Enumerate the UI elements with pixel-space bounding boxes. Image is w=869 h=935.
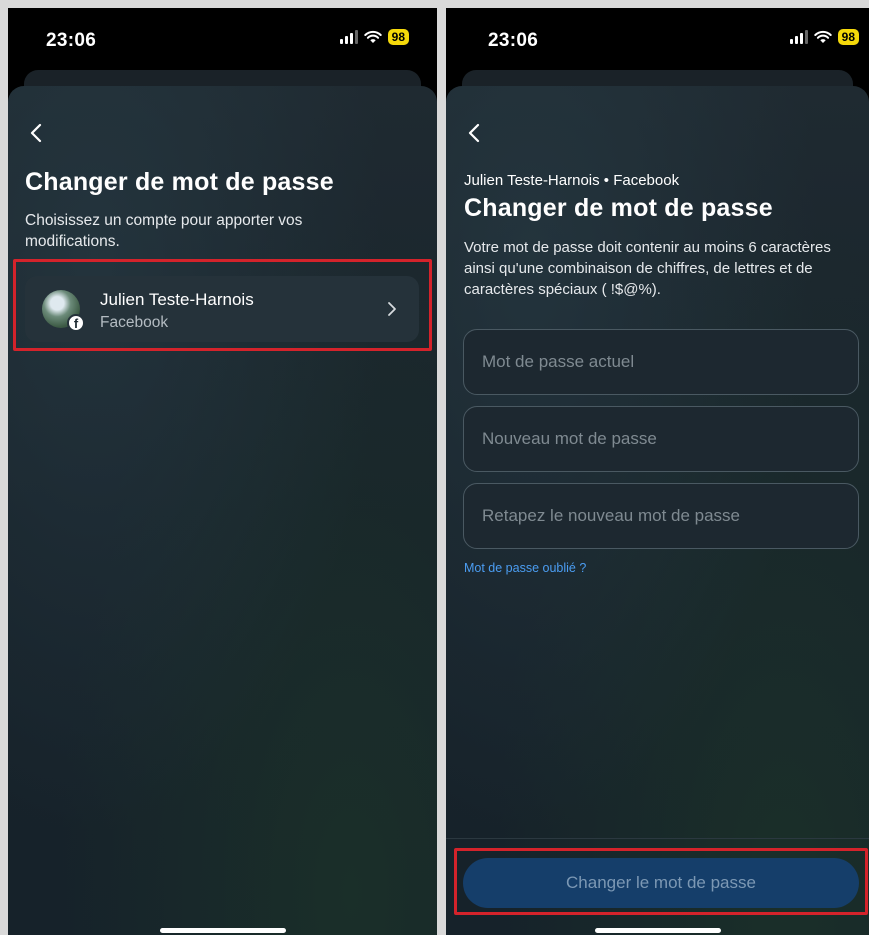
confirm-password-input[interactable] [464,484,858,548]
chevron-left-icon [30,123,42,143]
page-title: Changer de mot de passe [464,194,773,222]
wifi-icon [813,30,832,43]
chevron-right-icon [388,302,396,316]
account-name: Julien Teste-Harnois [100,290,254,309]
confirm-password-field[interactable] [463,483,859,549]
modal-sheet: Changer de mot de passe Choisissez un co… [8,86,437,935]
home-indicator [594,928,721,933]
password-requirements: Votre mot de passe doit contenir au moin… [464,239,831,298]
signal-icon [789,30,808,44]
page-subtitle: Choisissez un compte pour apporter vos m… [25,212,303,250]
account-context-line: Julien Teste-Harnois • Facebook [464,172,680,189]
status-bar: 23:06 98 [8,8,437,70]
right-phone-screen: 23:06 98 Julien Teste-Harnois • Facebook… [446,8,869,935]
back-button[interactable] [24,121,48,145]
avatar: f [42,290,85,332]
new-password-input[interactable] [464,407,858,471]
current-password-input[interactable] [464,330,858,394]
screenshot-stage: 23:06 98 Changer de mot de passe Choisis… [0,0,869,935]
left-phone-screen: 23:06 98 Changer de mot de passe Choisis… [8,8,437,935]
status-icons: 98 [789,29,859,45]
status-time: 23:06 [488,30,539,51]
page-title: Changer de mot de passe [25,168,334,196]
account-service: Facebook [100,314,169,331]
status-icons: 98 [339,29,409,45]
footer-divider [446,838,869,839]
chevron-left-icon [468,123,480,143]
wifi-icon [363,30,382,43]
battery-indicator: 98 [387,29,409,45]
account-card[interactable]: f Julien Teste-Harnois Facebook [25,276,419,342]
back-button[interactable] [462,121,486,145]
modal-sheet: Julien Teste-Harnois • Facebook Changer … [446,86,869,935]
status-bar: 23:06 98 [446,8,869,70]
change-password-button[interactable]: Changer le mot de passe [463,858,859,908]
battery-indicator: 98 [837,29,859,45]
signal-icon [339,30,358,44]
home-indicator [159,928,286,933]
status-time: 23:06 [46,30,97,51]
forgot-password-link[interactable]: Mot de passe oublié ? [464,561,586,575]
new-password-field[interactable] [463,406,859,472]
current-password-field[interactable] [463,329,859,395]
facebook-icon: f [67,314,85,332]
